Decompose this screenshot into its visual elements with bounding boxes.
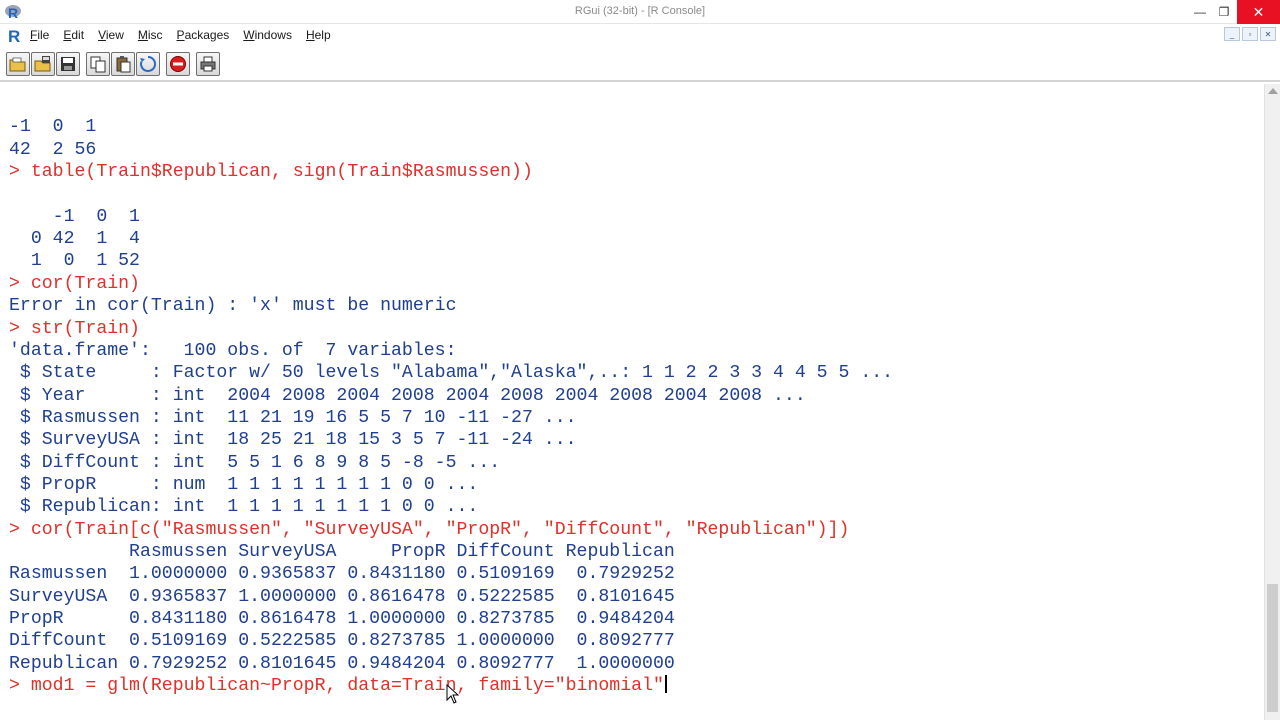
load-workspace-icon [34,56,51,72]
console-line-text: SurveyUSA 0.9365837 1.0000000 0.8616478 … [9,586,675,607]
console-output-line: PropR 0.8431180 0.8616478 1.0000000 0.82… [9,608,675,630]
console-output-line: SurveyUSA 0.9365837 1.0000000 0.8616478 … [9,586,675,608]
console-line-text: $ DiffCount : int 5 5 1 6 8 9 8 5 -8 -5 … [9,452,501,473]
print-icon [200,56,216,72]
console-command-line: > cor(Train[c("Rasmussen", "SurveyUSA", … [9,519,849,541]
maximize-button[interactable]: ❐ [1212,0,1236,24]
close-button[interactable]: ✕ [1237,0,1280,24]
menu-item-view[interactable]: View [98,28,130,42]
menu-item-file[interactable]: File [30,28,55,42]
mdi-close-button[interactable]: ✕ [1260,27,1276,41]
console-line-text: Rasmussen SurveyUSA PropR DiffCount Repu… [9,542,675,562]
vertical-scrollbar[interactable] [1264,84,1280,720]
console-line-text: $ PropR : num 1 1 1 1 1 1 1 1 0 0 ... [9,474,479,495]
menu-item-edit[interactable]: Edit [63,28,90,42]
mdi-minimize-button[interactable]: _ [1224,27,1240,41]
open-script-button[interactable] [6,52,30,76]
console-output-line: $ SurveyUSA : int 18 25 21 18 15 3 5 7 -… [9,429,577,451]
console-line-text: > str(Train) [9,318,140,339]
console-output-line: Republican 0.7929252 0.8101645 0.9484204… [9,653,675,675]
console-line-text: -1 0 1 [9,206,140,227]
console-output-line: -1 0 1 [9,206,140,228]
console-line-text: 0 42 1 4 [9,229,140,250]
menu-item-packages[interactable]: Packages [177,28,236,42]
copy-button[interactable] [86,52,110,76]
console-line-text: 42 2 56 [9,139,97,160]
console-line-text: > mod1 = glm(Republican~PropR, data=Trai… [9,676,664,697]
console-output-line: 42 2 56 [9,139,96,161]
paste-icon [116,56,131,73]
console-command-line: > cor(Train) [9,273,140,295]
text-cursor [664,675,667,694]
menu-item-misc[interactable]: Misc [138,28,169,42]
save-workspace-button[interactable] [56,52,80,76]
console-line-text: 1 0 1 52 [9,251,140,272]
console-output-line: $ Rasmussen : int 11 21 19 16 5 5 7 10 -… [9,407,577,429]
scrollbar-thumb[interactable] [1267,584,1278,712]
mouse-pointer-icon [446,684,460,704]
menu-bar: R File Edit View Misc Packages Windows Help [0,24,1280,46]
console-output-line: Error in cor(Train) : 'x' must be numeri… [9,295,457,317]
mdi-controls: _ ▫ ✕ [1224,27,1276,41]
copy-icon [90,56,106,73]
console-output-line: $ DiffCount : int 5 5 1 6 8 9 8 5 -8 -5 … [9,452,500,474]
console-line-text: -1 0 1 [9,117,97,138]
console-output-line: DiffCount 0.5109169 0.5222585 0.8273785 … [9,630,675,652]
copy-paste-button[interactable] [136,52,160,76]
open-script-icon [9,57,26,72]
console-output-line: 'data.frame': 100 obs. of 7 variables: [9,340,457,362]
console-line-text: Error in cor(Train) : 'x' must be numeri… [9,296,457,317]
print-button[interactable] [196,52,220,76]
copy-paste-icon [140,55,157,72]
console-line-text: $ Rasmussen : int 11 21 19 16 5 5 7 10 -… [9,407,577,428]
save-workspace-icon [61,57,75,71]
console-output-line: Rasmussen SurveyUSA PropR DiffCount Repu… [9,541,675,563]
console-command-line: > mod1 = glm(Republican~PropR, data=Trai… [9,675,667,697]
scroll-up-icon[interactable] [1268,88,1278,94]
r-console[interactable]: -1 0 1 42 2 56 > table(Train$Republican, s… [0,84,1264,720]
console-output-line: $ Year : int 2004 2008 2004 2008 2004 20… [9,385,806,407]
r-logo-icon: R [8,27,20,44]
menu-item-windows[interactable]: Windows [243,28,298,42]
console-command-line: > str(Train) [9,318,140,340]
console-line-text: $ Republican: int 1 1 1 1 1 1 1 1 0 0 ..… [9,497,479,518]
console-output-line: -1 0 1 [9,116,96,138]
console-line-text: DiffCount 0.5109169 0.5222585 0.8273785 … [9,631,675,652]
stop-button[interactable] [166,52,190,76]
paste-button[interactable] [111,52,135,76]
window-title: RGui (32-bit) - [R Console] [574,5,706,17]
console-line-text: > cor(Train[c("Rasmussen", "SurveyUSA", … [9,519,850,540]
menu-item-help[interactable]: Help [306,28,337,42]
console-line-text: > cor(Train) [9,273,140,294]
title-bar: R RGui (32-bit) - [R Console] — ❐ ✕ [0,0,1280,24]
stop-icon [170,56,186,72]
console-line-text: 'data.frame': 100 obs. of 7 variables: [9,340,457,361]
mdi-restore-button[interactable]: ▫ [1242,27,1258,41]
console-output-line: $ State : Factor w/ 50 levels "Alabama",… [9,362,893,384]
menu-items: File Edit View Misc Packages Windows Help [30,28,345,42]
console-line-text: $ State : Factor w/ 50 levels "Alabama",… [9,363,894,384]
console-line-text: $ SurveyUSA : int 18 25 21 18 15 3 5 7 -… [9,430,577,451]
console-line-text: Rasmussen 1.0000000 0.9365837 0.8431180 … [9,564,675,585]
console-line-text: > table(Train$Republican, sign(Train$Ras… [9,162,533,183]
console-line-text: Republican 0.7929252 0.8101645 0.9484204… [9,653,675,674]
console-output-line: 0 42 1 4 [9,228,140,250]
console-line-text: PropR 0.8431180 0.8616478 1.0000000 0.82… [9,609,675,630]
console-output-line: 1 0 1 52 [9,250,140,272]
toolbar [0,48,1280,82]
console-command-line: > table(Train$Republican, sign(Train$Ras… [9,161,533,183]
console-line-text: $ Year : int 2004 2008 2004 2008 2004 20… [9,385,806,406]
console-output-line: Rasmussen 1.0000000 0.9365837 0.8431180 … [9,563,675,585]
console-output-line: $ PropR : num 1 1 1 1 1 1 1 1 0 0 ... [9,474,478,496]
console-output-line: $ Republican: int 1 1 1 1 1 1 1 1 0 0 ..… [9,496,478,518]
svg-text:R: R [8,27,20,44]
load-workspace-button[interactable] [31,52,55,76]
minimize-button[interactable]: — [1188,0,1212,24]
